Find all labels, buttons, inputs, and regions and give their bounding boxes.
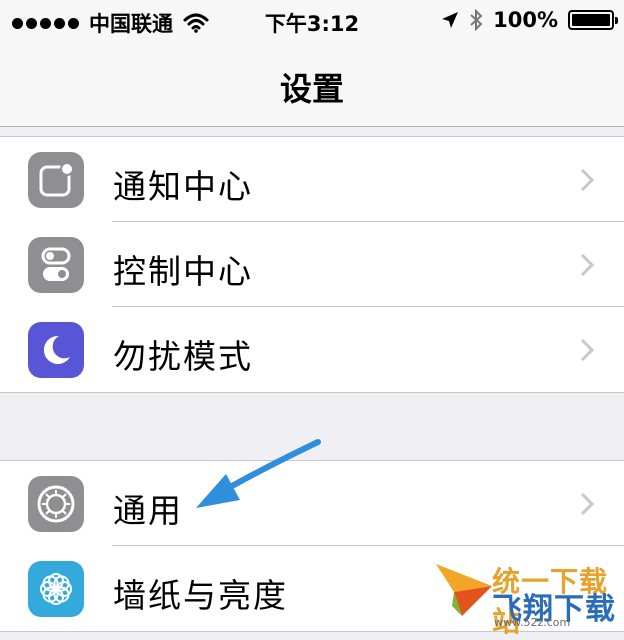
moon-icon (28, 322, 84, 378)
battery-icon (568, 10, 618, 30)
battery-percent: 100% (493, 8, 558, 32)
status-bar: 中国联通 下午3:12 100% (0, 0, 624, 44)
settings-item-label: 勿扰模式 (113, 337, 253, 376)
flower-icon (28, 561, 84, 617)
settings-item-do-not-disturb[interactable]: 勿扰模式 (0, 307, 624, 392)
settings-item-label: 控制中心 (113, 252, 253, 291)
page-title: 设置 (279, 70, 344, 108)
settings-group-1: 通知中心 控制中心 勿扰模式 (0, 136, 624, 393)
settings-item-label: 通知中心 (113, 167, 253, 206)
settings-item-label: 墙纸与亮度 (113, 576, 288, 615)
watermark-url: www.52z.com (494, 616, 571, 629)
control-center-icon (28, 237, 84, 293)
chevron-right-icon (580, 338, 594, 362)
paper-plane-logo-icon (436, 564, 492, 616)
settings-item-control-center[interactable]: 控制中心 (0, 222, 624, 307)
bluetooth-icon (470, 9, 483, 31)
settings-item-label: 通用 (113, 491, 183, 530)
chevron-right-icon (580, 253, 594, 277)
settings-item-general[interactable]: 通用 (0, 461, 624, 546)
chevron-right-icon (580, 492, 594, 516)
gear-icon (28, 476, 84, 532)
navigation-bar: 设置 (0, 44, 624, 127)
settings-item-notification-center[interactable]: 通知中心 (0, 137, 624, 222)
watermark-logo: 统一下载站 飞翔下载 www.52z.com (432, 556, 622, 638)
location-arrow-icon (442, 12, 459, 28)
notification-center-icon (28, 152, 84, 208)
chevron-right-icon (580, 168, 594, 192)
